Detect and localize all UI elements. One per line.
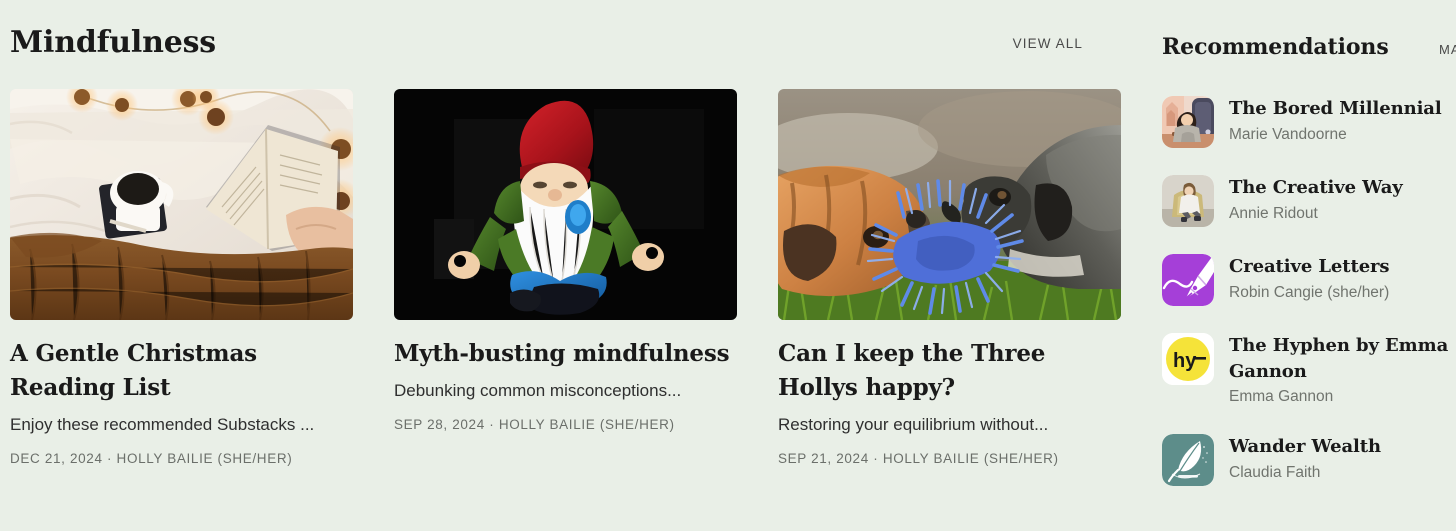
post-title[interactable]: Can I keep the Three Hollys happy?: [778, 337, 1121, 405]
recommendations-list: The Bored Millennial Marie Vandoorne The…: [1162, 96, 1456, 513]
avatar: [1162, 175, 1214, 227]
meditating-garden-gnome-icon: [394, 89, 737, 320]
woman-in-armchair-photo-avatar-icon: [1162, 175, 1214, 227]
publication-author: Robin Cangie (she/her): [1229, 283, 1390, 301]
page-title: Mindfulness: [10, 25, 216, 60]
post-thumbnail[interactable]: [778, 89, 1121, 320]
avatar: [1162, 254, 1214, 306]
publication-author: Emma Gannon: [1229, 388, 1334, 406]
list-item-text: The Hyphen by Emma Gannon Emma Gannon: [1229, 333, 1456, 407]
post-title[interactable]: Myth-busting mindfulness: [394, 337, 737, 371]
list-item[interactable]: hy The Hyphen by Emma Gannon Emma Gannon: [1162, 333, 1456, 407]
post-meta: DEC 21, 2024 · HOLLY BAILIE (SHE/HER): [10, 451, 293, 466]
svg-text:hy: hy: [1173, 350, 1197, 372]
avatar: [1162, 96, 1214, 148]
recommendations-panel: Recommendations MA: [1160, 0, 1456, 531]
woman-at-desk-illustration-avatar-icon: [1162, 96, 1214, 148]
post-card-list: A Gentle Christmas Reading List Enjoy th…: [10, 89, 1121, 466]
publication-name[interactable]: Creative Letters: [1229, 254, 1390, 280]
post-subtitle: Enjoy these recommended Substacks ...: [10, 415, 315, 435]
recommendations-header: Recommendations MA: [1162, 34, 1456, 68]
publication-name[interactable]: Wander Wealth: [1229, 434, 1381, 460]
list-item-text: Creative Letters Robin Cangie (she/her): [1229, 254, 1390, 303]
recommendations-title: Recommendations: [1162, 34, 1389, 60]
publication-name[interactable]: The Creative Way: [1229, 175, 1403, 201]
manage-recommendations-link[interactable]: MA: [1439, 42, 1456, 57]
post-meta: SEP 21, 2024 · HOLLY BAILIE (SHE/HER): [778, 451, 1059, 466]
publication-name[interactable]: The Hyphen by Emma Gannon: [1229, 333, 1456, 384]
list-item[interactable]: The Creative Way Annie Ridout: [1162, 175, 1456, 227]
list-item[interactable]: Creative Letters Robin Cangie (she/her): [1162, 254, 1456, 306]
post-meta: SEP 28, 2024 · HOLLY BAILIE (SHE/HER): [394, 416, 675, 432]
list-item-text: Wander Wealth Claudia Faith: [1229, 434, 1381, 483]
view-all-link[interactable]: VIEW ALL: [1013, 36, 1083, 51]
publication-author: Claudia Faith: [1229, 463, 1321, 481]
list-item[interactable]: Wander Wealth Claudia Faith: [1162, 434, 1456, 487]
cozy-bed-book-coffee-socks-icon: [10, 89, 353, 320]
post-subtitle: Restoring your equilibrium without...: [778, 415, 1049, 435]
list-item-text: The Bored Millennial Marie Vandoorne: [1229, 96, 1442, 145]
teal-feather-quill-avatar-icon: [1162, 434, 1214, 487]
publication-author: Marie Vandoorne: [1229, 125, 1347, 143]
yellow-hy-circle-avatar-icon: hy: [1162, 333, 1214, 385]
list-item-text: The Creative Way Annie Ridout: [1229, 175, 1403, 224]
publication-name[interactable]: The Bored Millennial: [1229, 96, 1442, 122]
purple-pen-nib-avatar-icon: [1162, 254, 1214, 306]
recommendations-page: Mindfulness VIEW ALL A Gentle Christmas …: [0, 0, 1456, 531]
post-card[interactable]: A Gentle Christmas Reading List Enjoy th…: [10, 89, 353, 466]
main-content: Mindfulness VIEW ALL A Gentle Christmas …: [0, 0, 1131, 531]
post-subtitle: Debunking common misconceptions...: [394, 381, 682, 401]
post-thumbnail[interactable]: [394, 89, 737, 320]
avatar: [1162, 434, 1214, 487]
post-card[interactable]: Can I keep the Three Hollys happy? Resto…: [778, 89, 1121, 466]
two-pugs-tug-of-war-rope-toy-icon: [778, 89, 1121, 320]
post-thumbnail[interactable]: [10, 89, 353, 320]
publication-author: Annie Ridout: [1229, 204, 1318, 222]
list-item[interactable]: The Bored Millennial Marie Vandoorne: [1162, 96, 1456, 148]
post-card[interactable]: Myth-busting mindfulness Debunking commo…: [394, 89, 737, 466]
section-header: Mindfulness VIEW ALL: [10, 18, 1121, 68]
post-title[interactable]: A Gentle Christmas Reading List: [10, 337, 353, 405]
avatar: hy: [1162, 333, 1214, 385]
